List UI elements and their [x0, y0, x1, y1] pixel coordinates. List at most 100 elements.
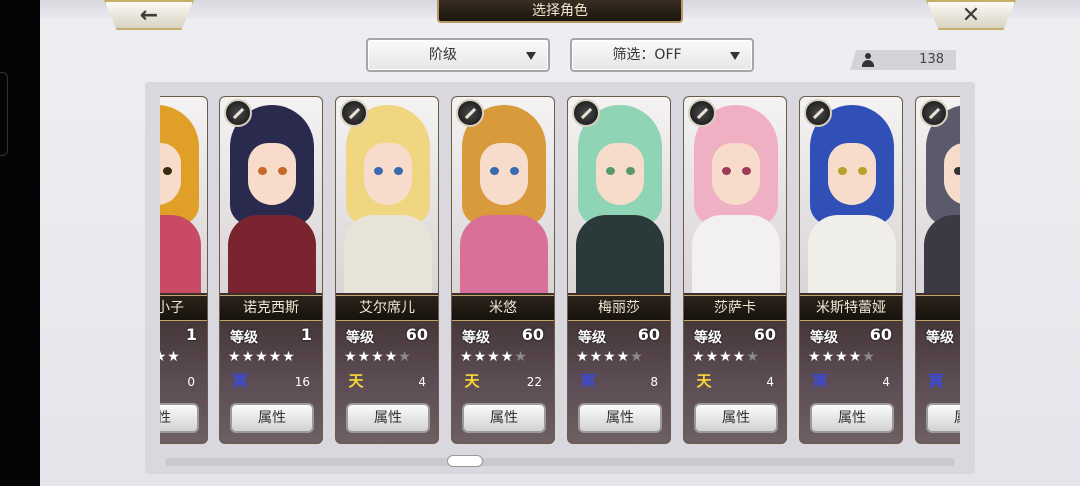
star-icon: ★ [228, 349, 242, 365]
scroll-thumb[interactable] [447, 455, 483, 467]
element-icon: 天 [696, 372, 712, 390]
filter-label: 筛选：OFF [612, 47, 682, 63]
star-icon: ★ [862, 349, 876, 365]
attribute-button[interactable]: 属性 [578, 403, 662, 433]
star-icon: ★ [589, 349, 604, 365]
character-name: 米斯特蕾娅 [800, 295, 902, 321]
level-value: 60 [521, 325, 544, 344]
star-icon: ★ [692, 349, 706, 365]
roster-count: 138 [850, 50, 956, 70]
device-bezel [0, 0, 40, 486]
attribute-button[interactable]: 属性 [160, 403, 199, 433]
person-icon [862, 53, 874, 67]
rank-sort-label: 阶级 [429, 47, 457, 63]
filter-dropdown[interactable]: 筛选：OFF [570, 38, 754, 72]
star-icon: ★ [514, 349, 528, 365]
character-card[interactable]: 米斯特蕾娅 等级 60 ★★★★★ 冥 4 属性 [799, 96, 903, 444]
element-icon: 天 [348, 372, 364, 390]
element-icon: 天 [464, 372, 480, 390]
duplicate-count: 4 [418, 375, 426, 389]
duplicate-count: 22 [526, 375, 542, 389]
character-portrait [160, 97, 207, 297]
star-rating: ★★★★★ [692, 349, 760, 365]
class-weapon-icon [804, 99, 832, 127]
horizontal-scrollbar[interactable] [165, 455, 955, 467]
star-rating: ★★★★★ [460, 349, 528, 365]
character-card[interactable]: 米悠 等级 60 ★★★★★ 天 22 属性 [451, 96, 555, 444]
class-weapon-icon [456, 99, 484, 127]
star-icon: ★ [821, 349, 836, 365]
star-icon: ★ [705, 349, 720, 365]
character-portrait [220, 97, 322, 297]
level-label: 等级 [578, 330, 606, 346]
star-icon: ★ [282, 349, 296, 365]
star-icon: ★ [357, 349, 372, 365]
roster-count-value: 138 [919, 52, 944, 67]
star-icon: ★ [268, 349, 283, 365]
attribute-button[interactable]: 属性 [926, 403, 960, 433]
character-select-screen: ← 选择角色 ✕ 阶级 筛选：OFF 138 草人小子等级1★★★★★天0属性诺… [40, 0, 1080, 486]
close-button[interactable]: ✕ [926, 0, 1016, 30]
star-icon: ★ [473, 349, 488, 365]
level-value: 60 [753, 325, 776, 344]
star-rating: ★★★★★ [576, 349, 644, 365]
level-value: 1 [185, 325, 197, 344]
character-card[interactable]: 诺克西斯 等级 1 ★★★★★ 冥 16 属性 [219, 96, 323, 444]
element-icon: 冥 [928, 372, 944, 390]
character-card[interactable]: 草人小子等级1★★★★★天0属性 [160, 96, 208, 444]
level-label: 等级 [810, 330, 838, 346]
level-value: 60 [405, 325, 428, 344]
star-icon: ★ [255, 349, 269, 365]
dropdown-arrow-icon [526, 52, 536, 60]
star-icon: ★ [167, 349, 181, 365]
star-icon: ★ [616, 349, 631, 365]
character-card[interactable]: 艾尔席儿等级 60 ★★★★★ 天 4 属性 [335, 96, 439, 444]
duplicate-count: 16 [294, 375, 310, 389]
rank-sort-dropdown[interactable]: 阶级 [366, 38, 550, 72]
star-icon: ★ [746, 349, 760, 365]
attribute-button[interactable]: 属性 [462, 403, 546, 433]
level-label: 等级 [346, 330, 374, 346]
level-label: 等级 [230, 330, 258, 346]
level-label: 等级 [462, 330, 490, 346]
character-card[interactable]: 梅丽莎 等级 60 ★★★★★ 冥 8 属性 [567, 96, 671, 444]
character-name: 艾尔席儿 [336, 295, 438, 321]
star-icon: ★ [384, 349, 399, 365]
duplicate-count: 4 [766, 375, 774, 389]
duplicate-count: 8 [650, 375, 658, 389]
class-weapon-icon [572, 99, 600, 127]
character-name: 米悠 [452, 295, 554, 321]
star-rating: ★★★★★ [808, 349, 876, 365]
character-card[interactable]: 等级冥属性 [915, 96, 960, 444]
element-icon: 冥 [580, 372, 596, 390]
character-card-strip[interactable]: 草人小子等级1★★★★★天0属性诺克西斯等级1★★★★★冥16属性艾尔席儿等级6… [160, 96, 960, 444]
attribute-button[interactable]: 属性 [230, 403, 314, 433]
character-portrait [452, 97, 554, 297]
star-icon: ★ [808, 349, 822, 365]
class-weapon-icon [224, 99, 252, 127]
star-icon: ★ [241, 349, 256, 365]
character-card[interactable]: 莎萨卡 等级 60 ★★★★★ 天 4 属性 [683, 96, 787, 444]
duplicate-count: 4 [882, 375, 890, 389]
attribute-button[interactable]: 属性 [346, 403, 430, 433]
star-icon: ★ [371, 349, 385, 365]
duplicate-count: 0 [187, 375, 195, 389]
character-portrait [800, 97, 902, 297]
star-icon: ★ [719, 349, 733, 365]
star-icon: ★ [630, 349, 644, 365]
character-portrait [568, 97, 670, 297]
attribute-button[interactable]: 属性 [694, 403, 778, 433]
class-weapon-icon [340, 99, 368, 127]
character-list-panel: 草人小子等级1★★★★★天0属性诺克西斯等级1★★★★★冥16属性艾尔席儿等级6… [145, 82, 975, 474]
star-icon: ★ [732, 349, 747, 365]
character-name: 梅丽莎 [568, 295, 670, 321]
level-value: 60 [869, 325, 892, 344]
star-icon: ★ [603, 349, 617, 365]
attribute-button[interactable]: 属性 [810, 403, 894, 433]
back-button[interactable]: ← [104, 0, 194, 30]
star-rating: ★★★★★ [344, 349, 412, 365]
star-icon: ★ [848, 349, 863, 365]
dropdown-arrow-icon [730, 52, 740, 60]
page-title: 选择角色 [437, 0, 683, 23]
star-icon: ★ [835, 349, 849, 365]
